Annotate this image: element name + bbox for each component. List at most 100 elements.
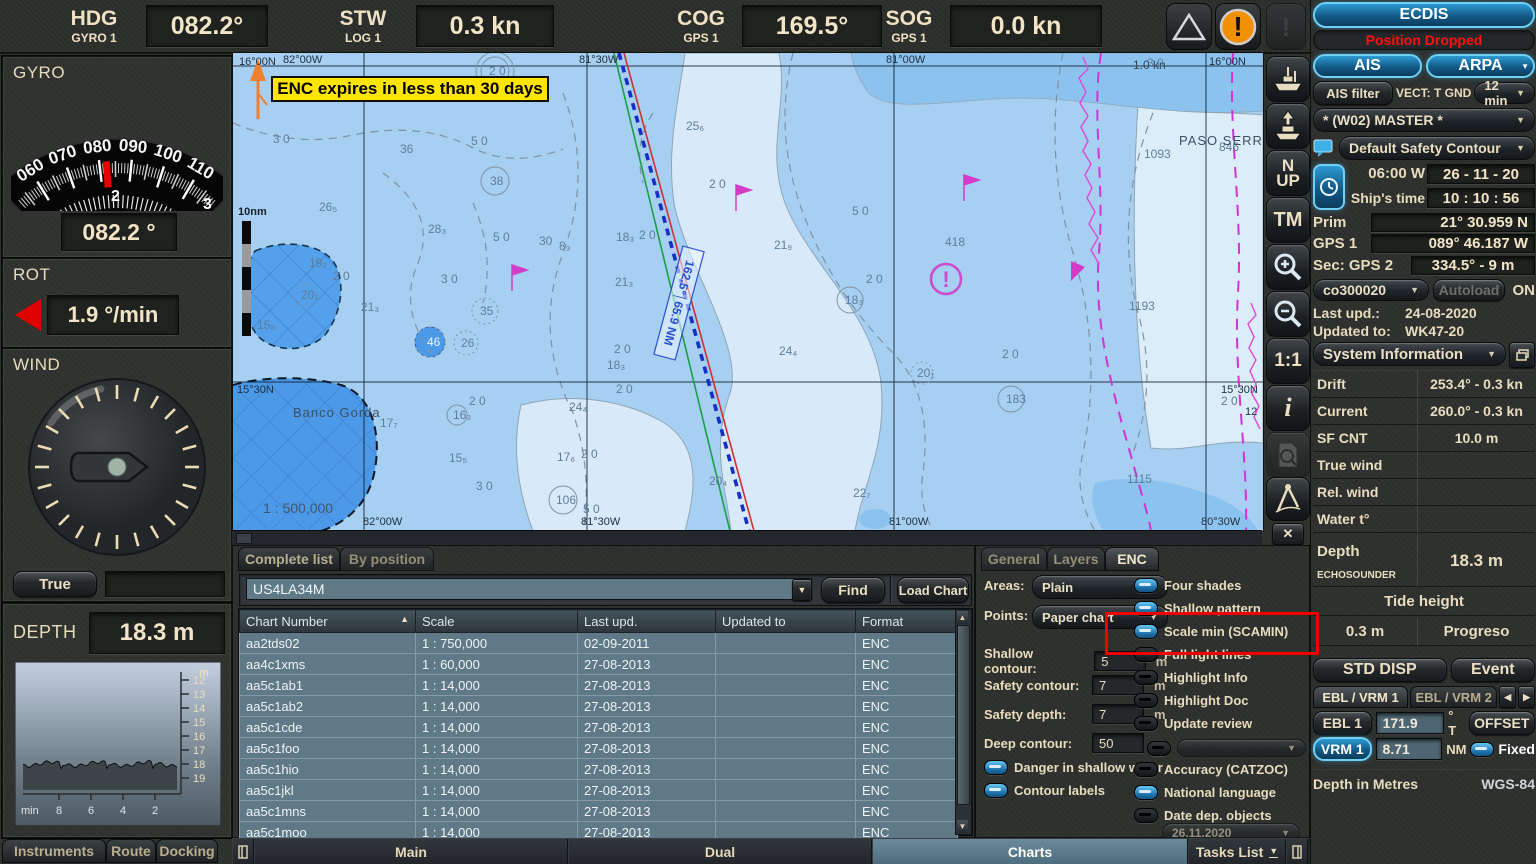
table-cell[interactable] (715, 716, 856, 738)
toggle-on[interactable] (1134, 785, 1158, 800)
vrm1-button[interactable]: VRM 1 (1313, 737, 1372, 761)
scroll-down-button[interactable]: ▼ (957, 820, 968, 833)
tab-docking[interactable]: Docking (156, 839, 218, 863)
table-cell[interactable]: aa4c1xms (239, 653, 416, 675)
chart-search-input[interactable]: US4LA34M (246, 578, 812, 600)
table-cell[interactable]: 1 : 750,000 (415, 632, 578, 654)
table-cell[interactable]: ENC (855, 800, 958, 822)
event-button[interactable]: Event (1450, 658, 1535, 682)
table-cell[interactable]: aa5c1ab1 (239, 674, 416, 696)
table-cell[interactable]: 1 : 14,000 (415, 695, 578, 717)
zoom-in-button[interactable] (1266, 244, 1310, 290)
table-cell[interactable]: 27-08-2013 (577, 674, 716, 696)
chart-display[interactable]: 162.5°│65.9 NM ! 16°00N 82°00W 81°30W 81… (232, 52, 1264, 532)
toggle-on[interactable] (1134, 624, 1158, 639)
toggle-off[interactable] (1134, 716, 1158, 731)
table-cell[interactable] (715, 800, 856, 822)
detach-window-button[interactable] (1509, 342, 1535, 368)
table-cell[interactable]: 27-08-2013 (577, 758, 716, 780)
ais-filter-button[interactable]: AIS filter (1313, 81, 1393, 105)
table-cell[interactable]: 1 : 14,000 (415, 716, 578, 738)
tab-route[interactable]: Route (106, 839, 156, 863)
true-motion-button[interactable]: TM (1266, 197, 1310, 243)
update-review-select[interactable]: ▼ (1177, 739, 1306, 757)
ebl1-value-input[interactable]: 171.9 (1375, 712, 1445, 734)
table-cell[interactable]: ENC (855, 695, 958, 717)
zoom-out-button[interactable] (1266, 291, 1310, 337)
column-header[interactable]: Updated to (715, 609, 856, 633)
std-disp-button[interactable]: STD DISP (1313, 658, 1447, 682)
table-cell[interactable]: aa2tds02 (239, 632, 416, 654)
table-cell[interactable] (715, 737, 856, 759)
table-row[interactable]: aa5c1mns 1 : 14,000 27-08-2013 ENC (239, 800, 958, 822)
column-header[interactable]: Last upd. (577, 609, 716, 633)
toggle-on[interactable] (984, 760, 1008, 775)
column-header[interactable]: Scale (415, 609, 578, 633)
panel-toggle-left-button[interactable] (232, 839, 254, 864)
scroll-up-button[interactable]: ▲ (957, 611, 968, 624)
table-row[interactable]: aa5c1hio 1 : 14,000 27-08-2013 ENC (239, 758, 958, 780)
table-cell[interactable]: ENC (855, 779, 958, 801)
table-cell[interactable]: 27-08-2013 (577, 716, 716, 738)
toggle-off[interactable] (1134, 647, 1158, 662)
table-cell[interactable]: 27-08-2013 (577, 695, 716, 717)
table-cell[interactable]: 27-08-2013 (577, 737, 716, 759)
table-scrollbar[interactable]: ▲ ▼ (955, 609, 972, 835)
workspace-dual[interactable]: Dual (568, 839, 872, 864)
table-cell[interactable]: 1 : 14,000 (415, 737, 578, 759)
tab-enc[interactable]: ENC (1105, 547, 1159, 571)
tab-ebl-vrm-1[interactable]: EBL / VRM 1 (1313, 686, 1409, 708)
table-cell[interactable] (715, 695, 856, 717)
tab-instruments[interactable]: Instruments (2, 839, 106, 863)
table-cell[interactable]: 27-08-2013 (577, 653, 716, 675)
north-up-button[interactable]: N UP (1266, 150, 1310, 196)
toggle-off[interactable] (1134, 762, 1158, 777)
vector-time-select[interactable]: 12 min ▼ (1474, 78, 1535, 108)
toggle-off[interactable] (1134, 693, 1158, 708)
table-cell[interactable]: ENC (855, 674, 958, 696)
search-dropdown-button[interactable]: ▼ (792, 579, 812, 601)
toggle-off[interactable] (1134, 808, 1158, 823)
toggle-off[interactable] (1134, 670, 1158, 685)
table-row[interactable]: aa5c1ab2 1 : 14,000 27-08-2013 ENC (239, 695, 958, 717)
close-panel-button[interactable]: ✕ (1272, 523, 1304, 545)
table-cell[interactable] (715, 653, 856, 675)
tab-ebl-vrm-2[interactable]: EBL / VRM 2 (1410, 686, 1498, 708)
table-row[interactable]: aa5c1cde 1 : 14,000 27-08-2013 ENC (239, 716, 958, 738)
table-cell[interactable]: 1 : 14,000 (415, 674, 578, 696)
table-cell[interactable]: aa5c1foo (239, 737, 416, 759)
tasks-list-button[interactable]: Tasks List ▼ (1188, 839, 1286, 864)
chart-strip-handle[interactable] (236, 533, 252, 544)
toggle-off[interactable] (1147, 740, 1172, 756)
table-cell[interactable]: ENC (855, 758, 958, 780)
tab-general[interactable]: General (981, 547, 1047, 571)
table-cell[interactable]: ENC (855, 716, 958, 738)
ebl-tabs-left-arrow[interactable]: ◀ (1499, 686, 1517, 708)
vrm1-value-input[interactable]: 8.71 (1375, 738, 1443, 760)
column-header[interactable]: Format (855, 609, 958, 633)
table-cell[interactable] (715, 632, 856, 654)
info-button[interactable]: i (1266, 385, 1310, 431)
toggle-on[interactable] (984, 783, 1008, 798)
tab-complete-list[interactable]: Complete list (238, 547, 340, 571)
chart-id-select[interactable]: co300020 ▼ (1313, 279, 1429, 301)
table-cell[interactable]: aa5c1jkl (239, 779, 416, 801)
alarm-inactive-button[interactable]: ! (1266, 3, 1306, 50)
workspace-main[interactable]: Main (254, 839, 568, 864)
offset-button[interactable]: OFFSET (1468, 711, 1535, 735)
table-cell[interactable]: 02-09-2011 (577, 632, 716, 654)
table-cell[interactable]: aa5c1cde (239, 716, 416, 738)
table-cell[interactable]: ENC (855, 737, 958, 759)
ebl-tabs-right-arrow[interactable]: ▶ (1518, 686, 1536, 708)
workspace-charts[interactable]: Charts (872, 839, 1188, 864)
table-cell[interactable]: aa5c1ab2 (239, 695, 416, 717)
table-row[interactable]: aa4c1xms 1 : 60,000 27-08-2013 ENC (239, 653, 958, 675)
table-cell[interactable] (715, 758, 856, 780)
table-cell[interactable]: 1 : 60,000 (415, 653, 578, 675)
panel-toggle-right-button[interactable] (1286, 839, 1308, 864)
table-cell[interactable]: 1 : 14,000 (415, 800, 578, 822)
table-cell[interactable]: 27-08-2013 (577, 779, 716, 801)
review-updates-button[interactable] (1266, 432, 1310, 478)
scroll-thumb[interactable] (957, 625, 970, 805)
alarm-active-button[interactable]: ! (1215, 3, 1261, 50)
